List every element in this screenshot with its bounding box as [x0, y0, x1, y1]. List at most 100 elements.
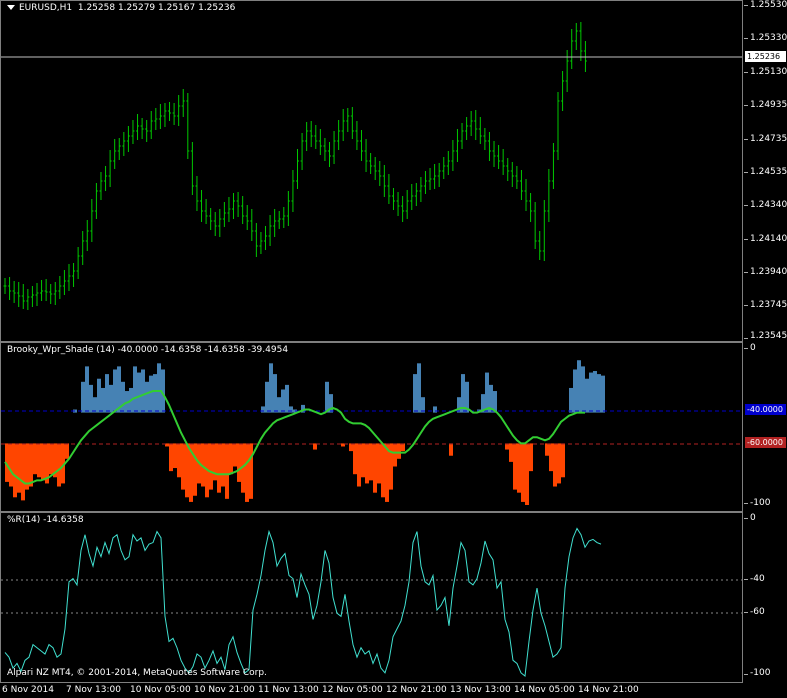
- time-axis-label: 13 Nov 13:00: [450, 685, 511, 695]
- price-tick: [744, 38, 748, 39]
- upper-shade-bar: [157, 363, 161, 413]
- lower-shade-bar: [29, 443, 33, 487]
- upper-shade-bar: [113, 369, 117, 413]
- lower-shade-bar: [221, 443, 225, 487]
- upper-shade-bar: [601, 375, 605, 413]
- williams-r-line: [4, 527, 602, 677]
- brooky-wpr-shade-pane[interactable]: Brooky_Wpr_Shade (14) -40.0000 -14.6358 …: [0, 342, 743, 512]
- lower-shade-bar: [229, 443, 233, 475]
- lower-shade-bar: [393, 443, 397, 467]
- upper-shade-bar: [461, 374, 465, 413]
- lower-shade-bar: [169, 443, 173, 472]
- upper-shade-bar: [581, 366, 585, 413]
- price-scale[interactable]: 1.25530 1.25330 1.25236 1.25130 1.24935 …: [744, 0, 787, 342]
- wpr-tick-label: -60: [750, 607, 765, 617]
- brooky-tick: [744, 348, 748, 349]
- upper-level-tag: -40.0000: [745, 404, 786, 415]
- lower-shade-bar: [237, 443, 241, 482]
- lower-shade-bar: [37, 443, 41, 478]
- wpr-tick-label: 0: [750, 513, 756, 523]
- price-tick-label: 1.23745: [750, 300, 787, 310]
- lower-shade-bar: [377, 443, 381, 484]
- lower-shade-bar: [525, 443, 529, 505]
- price-tick-label: 1.24535: [750, 167, 787, 177]
- wpr-tick-label: -100: [750, 668, 771, 678]
- lower-shade-bar: [181, 443, 185, 490]
- lower-shade-bar: [449, 443, 453, 456]
- upper-shade-bar: [153, 374, 157, 413]
- upper-shade-bar: [145, 381, 149, 413]
- symbol-label: EURUSD,H1: [19, 3, 73, 13]
- price-tick: [744, 239, 748, 240]
- wpr-tick: [744, 518, 748, 519]
- time-axis-label: 6 Nov 2014: [2, 685, 54, 695]
- lower-shade-bar: [553, 443, 557, 487]
- price-tick-label: 1.25130: [750, 67, 787, 77]
- lower-level-tag: -60.0000: [745, 437, 786, 448]
- chart-menu-triangle-icon[interactable]: [7, 5, 15, 10]
- lower-shade-bar: [217, 443, 221, 493]
- price-tick: [744, 338, 748, 339]
- lower-shade-bar: [401, 443, 405, 452]
- chart-title: EURUSD,H1 1.25258 1.25279 1.25167 1.2523…: [7, 3, 235, 14]
- lower-shade-bar: [173, 443, 177, 469]
- williams-r-pane[interactable]: %R(14) -14.6358 Alpari NZ MT4, © 2001-20…: [0, 512, 743, 683]
- price-tick: [744, 172, 748, 173]
- upper-shade-bar: [593, 371, 597, 413]
- lower-shade-bar: [521, 443, 525, 502]
- price-tick: [744, 105, 748, 106]
- brooky-scale[interactable]: 0 -40.0000 -60.0000 -100: [744, 342, 787, 512]
- price-tick-label: 1.24735: [750, 134, 787, 144]
- lower-shade-bar: [233, 443, 237, 467]
- price-chart-pane[interactable]: EURUSD,H1 1.25258 1.25279 1.25167 1.2523…: [0, 0, 743, 342]
- price-tick-label: 1.24935: [750, 100, 787, 110]
- time-axis-label: 14 Nov 21:00: [578, 685, 639, 695]
- lower-shade-bar: [353, 443, 357, 475]
- williams-r-scale[interactable]: 0 -40 -60 -100: [744, 512, 787, 683]
- lower-shade-bar: [249, 443, 253, 499]
- williams-r-canvas: [1, 527, 742, 677]
- upper-shade-bar: [89, 384, 93, 413]
- lower-shade-bar: [193, 443, 197, 496]
- price-tick-label: 1.25330: [750, 33, 787, 43]
- lower-shade-bar: [41, 443, 45, 481]
- time-axis-label: 7 Nov 13:00: [66, 685, 121, 695]
- brooky-wpr-shade-canvas: [1, 360, 742, 505]
- price-tick: [744, 205, 748, 206]
- lower-shade-bar: [357, 443, 361, 487]
- price-tick: [744, 139, 748, 140]
- lower-shade-bar: [33, 443, 37, 475]
- upper-shade-bar: [149, 375, 153, 413]
- williams-r-title: %R(14) -14.6358: [7, 515, 84, 525]
- price-tick-label: 1.24140: [750, 234, 787, 244]
- price-tick: [744, 272, 748, 273]
- lower-shade-bar: [549, 443, 553, 472]
- lower-shade-bar: [9, 443, 13, 487]
- upper-shade-bar: [597, 374, 601, 413]
- brooky-tick: [744, 503, 748, 504]
- lower-shade-bar: [513, 443, 517, 490]
- brooky-tick-label: 0: [750, 343, 756, 353]
- price-tick-label: 1.23545: [750, 331, 787, 341]
- lower-shade-bar: [21, 443, 25, 501]
- upper-shade-bar: [589, 372, 593, 413]
- upper-shade-bar: [413, 374, 417, 413]
- wpr-tick: [744, 612, 748, 613]
- lower-shade-bar: [365, 443, 369, 484]
- copyright-text: Alpari NZ MT4, © 2001-2014, MetaQuotes S…: [7, 668, 267, 678]
- price-chart-canvas: [1, 22, 742, 310]
- lower-shade-bar: [529, 443, 533, 472]
- upper-shade-bar: [105, 374, 109, 413]
- upper-shade-bar: [273, 374, 277, 413]
- upper-shade-bar: [85, 366, 89, 413]
- price-tick-label: 1.24340: [750, 200, 787, 210]
- lower-shade-bar: [17, 443, 21, 493]
- wpr-tick-label: -40: [750, 574, 765, 584]
- upper-shade-bar: [137, 372, 141, 413]
- upper-shade-bar: [97, 378, 101, 413]
- time-axis-label: 11 Nov 13:00: [258, 685, 319, 695]
- lower-shade-bar: [65, 443, 69, 459]
- lower-shade-bar: [57, 443, 61, 487]
- price-tick: [744, 5, 748, 6]
- lower-shade-bar: [381, 443, 385, 498]
